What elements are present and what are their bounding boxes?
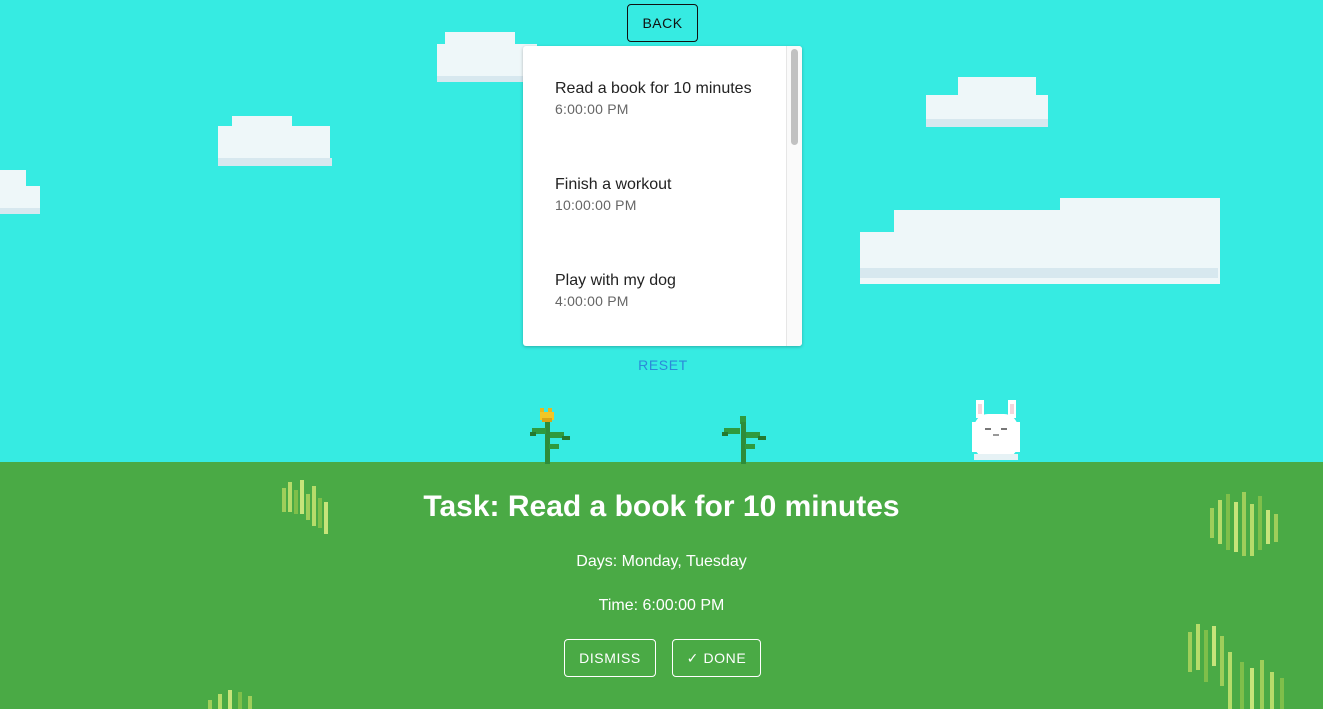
cloud-icon (437, 32, 537, 84)
task-detail-title: Task: Read a book for 10 minutes (423, 490, 900, 523)
grass-tuft-icon (208, 690, 252, 709)
scrollbar-thumb[interactable] (791, 49, 798, 145)
task-item-title: Play with my dog (555, 272, 676, 289)
task-item-time: 4:00:00 PM (555, 293, 629, 309)
cloud-icon (860, 198, 1220, 286)
tulip-sprout-icon (530, 408, 570, 464)
task-list-item[interactable]: Play with my dog 4:00:00 PM (555, 271, 785, 309)
grass-tuft-icon (1188, 624, 1284, 709)
back-button[interactable]: BACK (627, 4, 698, 42)
task-list: Read a book for 10 minutes 6:00:00 PM Fi… (523, 46, 802, 346)
bunny-pet-icon (972, 400, 1020, 460)
cloud-icon (0, 170, 40, 216)
cloud-icon (926, 77, 1050, 129)
task-list-item[interactable]: Finish a workout 10:00:00 PM (555, 175, 785, 213)
list-scrollbar[interactable] (786, 46, 802, 346)
task-item-time: 6:00:00 PM (555, 101, 629, 117)
dismiss-button[interactable]: DISMISS (564, 639, 656, 677)
done-button[interactable]: ✓ DONE (672, 639, 761, 677)
sprout-icon (722, 416, 766, 464)
task-list-item[interactable]: Read a book for 10 minutes 6:00:00 PM (555, 79, 785, 117)
task-detail-days: Days: Monday, Tuesday (576, 553, 747, 570)
reset-button[interactable]: RESET (623, 354, 703, 376)
task-item-title: Finish a workout (555, 176, 672, 193)
task-detail-time: Time: 6:00:00 PM (598, 597, 725, 614)
task-item-title: Read a book for 10 minutes (555, 80, 752, 97)
cloud-icon (218, 116, 333, 168)
task-item-time: 10:00:00 PM (555, 197, 637, 213)
